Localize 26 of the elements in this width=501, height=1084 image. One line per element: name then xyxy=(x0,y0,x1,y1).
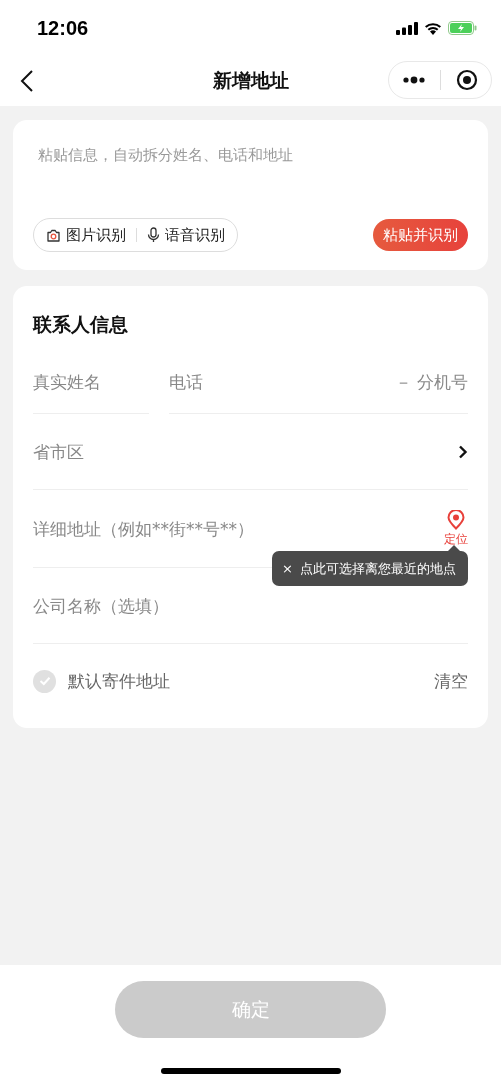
camera-icon xyxy=(46,227,61,243)
chevron-right-icon[interactable] xyxy=(458,444,468,459)
signal-icon xyxy=(396,21,418,35)
default-checkbox[interactable] xyxy=(33,669,56,693)
clear-button[interactable]: 清空 xyxy=(434,669,468,693)
extension-field[interactable]: － 分机号 xyxy=(388,350,468,413)
image-recognition-button[interactable]: 图片识别 xyxy=(44,225,128,245)
battery-icon xyxy=(448,21,477,35)
back-icon[interactable] xyxy=(20,69,34,93)
paste-recognize-button[interactable]: 粘贴并识别 xyxy=(373,219,468,251)
default-address-label: 默认寄件地址 xyxy=(68,669,171,693)
status-time: 12:06 xyxy=(37,16,89,40)
microphone-icon xyxy=(147,227,160,243)
region-field[interactable]: 省市区 xyxy=(33,414,458,489)
page-title: 新增地址 xyxy=(212,68,289,93)
paste-input-card[interactable]: 粘贴信息，自动拆分姓名、电话和地址 图片识别 语音识别 粘贴并识别 xyxy=(13,120,488,270)
more-icon[interactable] xyxy=(402,76,425,84)
voice-recognition-button[interactable]: 语音识别 xyxy=(145,225,227,245)
close-program-icon[interactable] xyxy=(455,69,478,91)
wifi-icon xyxy=(424,21,442,35)
check-icon xyxy=(38,676,51,686)
section-title: 联系人信息 xyxy=(33,312,129,337)
name-field[interactable]: 真实姓名 xyxy=(33,350,149,414)
locate-button[interactable]: 定位 xyxy=(444,509,468,548)
phone-field[interactable]: 电话 xyxy=(169,350,388,413)
location-pin-icon xyxy=(447,509,465,530)
